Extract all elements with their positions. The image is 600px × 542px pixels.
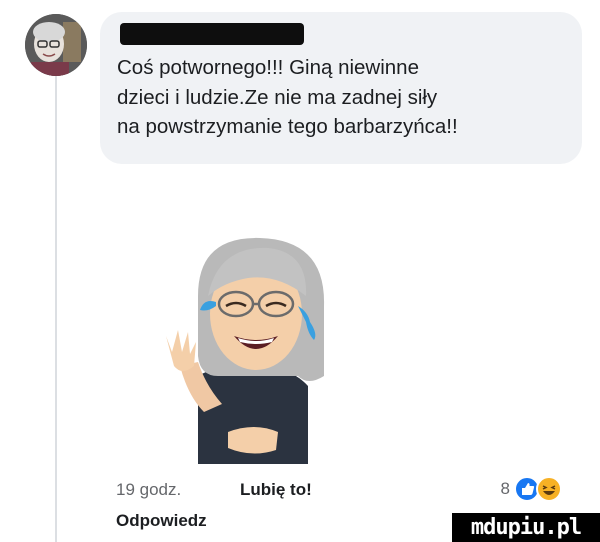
site-watermark: mdupiu.pl: [452, 513, 600, 542]
commenter-avatar[interactable]: [25, 14, 87, 76]
reaction-summary[interactable]: 8: [501, 476, 562, 502]
crying-laughing-memoji-sticker: [166, 237, 325, 464]
laugh-icon: [536, 476, 562, 502]
avatar-photo: [25, 14, 87, 76]
comment-timestamp[interactable]: 19 godz.: [116, 480, 181, 500]
redacted-author-name[interactable]: [120, 23, 304, 45]
comment-text: Coś potwornego!!! Giną niewinne dzieci i…: [117, 56, 458, 138]
comment-actions-row: 19 godz. Lubię to! 8: [116, 476, 582, 504]
comment-bubble: Coś potwornego!!! Giną niewinne dzieci i…: [100, 12, 582, 164]
reply-button[interactable]: Odpowiedz: [116, 511, 207, 531]
reaction-count: 8: [500, 479, 510, 498]
thread-line: [55, 76, 57, 542]
like-button[interactable]: Lubię to!: [240, 480, 312, 500]
